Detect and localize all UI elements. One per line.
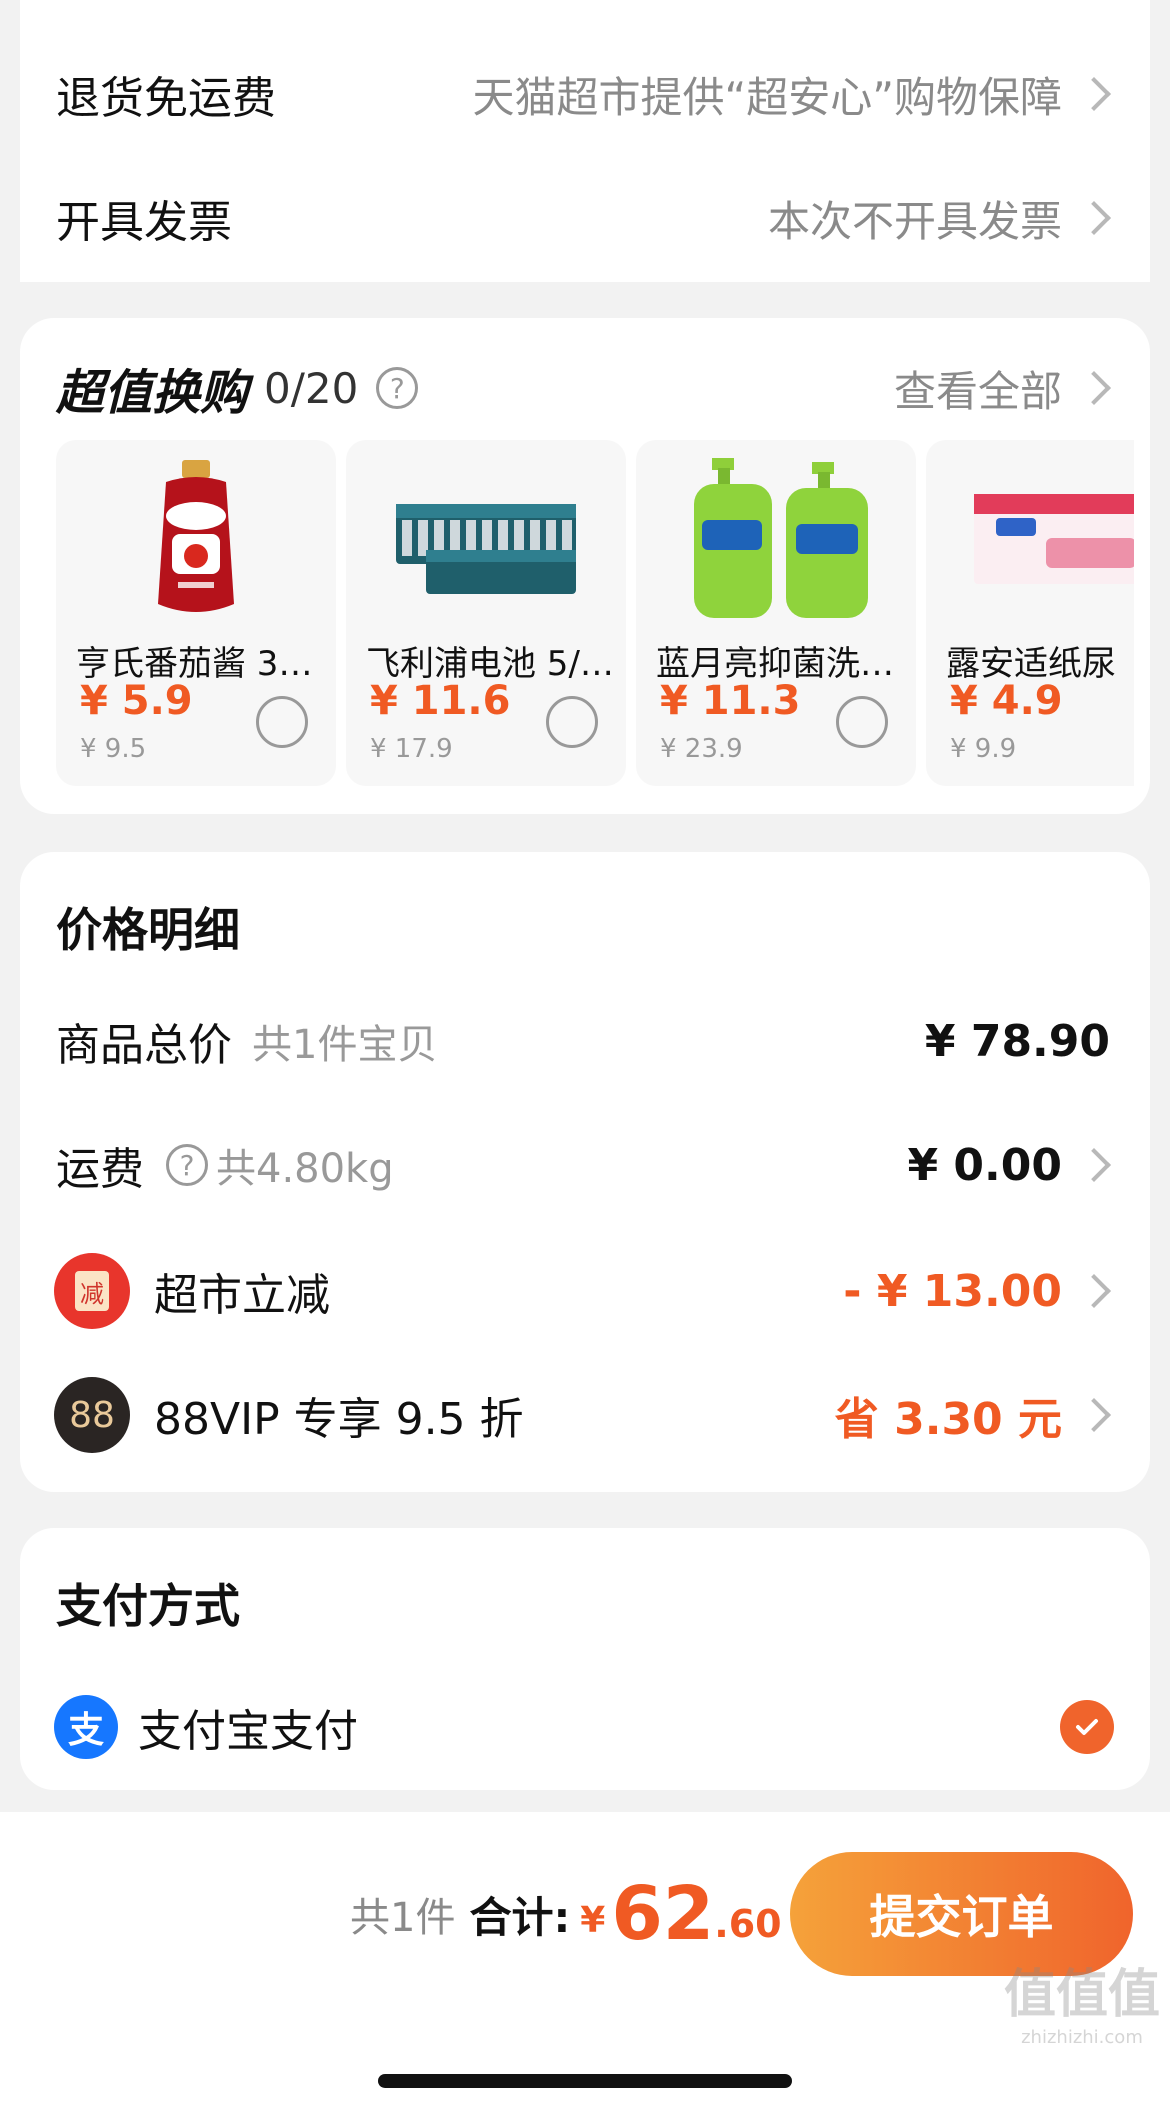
total-price-label: 商品总价 xyxy=(56,1020,232,1071)
view-all-label: 查看全部 xyxy=(893,366,1062,416)
checkout-bar: 共1件 合计: ¥ 62 .60 提交订单 值值值 zhizhizhi.com xyxy=(0,1812,1170,2113)
payment-card: 支付方式 支 支付宝支付 xyxy=(20,1528,1150,1790)
exchange-header: 超值换购 0/20 ? xyxy=(56,348,419,428)
product-original-price: ¥ 23.9 xyxy=(660,734,743,764)
chevron-right-icon xyxy=(1077,1148,1111,1182)
total-decimal: .60 xyxy=(714,1902,782,1946)
shipping-value: ¥ 0.00 xyxy=(907,1139,1063,1191)
invoice-row[interactable]: 开具发票 本次不开具发票 xyxy=(20,158,1150,278)
watermark-brand: 值值值 xyxy=(1003,1965,1160,2025)
home-indicator[interactable] xyxy=(378,2074,792,2088)
product-price: ¥ 11.3 xyxy=(660,678,801,724)
payment-title: 支付方式 xyxy=(56,1579,240,1633)
shipping-label: 运费 xyxy=(56,1144,144,1195)
watermark-domain: zhizhizhi.com xyxy=(1021,2027,1143,2048)
total-integer: 62 xyxy=(611,1871,715,1957)
chevron-right-icon xyxy=(1077,371,1111,405)
discount-row[interactable]: 减 超市立减 - ¥ 13.00 xyxy=(20,1236,1150,1346)
discount-label: 超市立减 xyxy=(154,1270,330,1321)
chevron-right-icon xyxy=(1077,1274,1111,1308)
alipay-label: 支付宝支付 xyxy=(138,1706,358,1757)
invoice-label: 开具发票 xyxy=(56,197,232,248)
order-summary: 共1件 合计: ¥ 62 .60 xyxy=(350,1852,782,1976)
vip-88-icon: 88 xyxy=(54,1377,130,1453)
order-count: 共1件 xyxy=(350,1895,456,1941)
watermark: 值值值 zhizhizhi.com xyxy=(1004,1952,1160,2048)
service-card: 退货免运费 天猫超市提供“超安心”购物保障 开具发票 本次不开具发票 xyxy=(20,0,1150,282)
checkmark-glyph xyxy=(1076,1719,1098,1735)
product-original-price: ¥ 9.5 xyxy=(80,734,147,764)
help-icon[interactable]: ? xyxy=(166,1144,208,1186)
select-radio[interactable] xyxy=(546,696,598,748)
vip-label: 88VIP 专享 9.5 折 xyxy=(154,1394,524,1445)
view-all-link[interactable]: 查看全部 xyxy=(894,348,1150,428)
total-label: 合计: xyxy=(469,1892,571,1942)
product-card[interactable]: 飞利浦电池 5/… ¥ 11.6 ¥ 17.9 xyxy=(346,440,626,786)
product-price: ¥ 4.9 xyxy=(950,678,1063,724)
diaper-image xyxy=(974,494,1134,584)
price-detail-title: 价格明细 xyxy=(56,903,240,957)
help-icon[interactable]: ? xyxy=(376,367,419,409)
shipping-weight: 共4.80kg xyxy=(216,1146,394,1192)
select-radio[interactable] xyxy=(836,696,888,748)
total-price-value: ¥ 78.90 xyxy=(924,1015,1110,1067)
vip-row[interactable]: 88 88VIP 专享 9.5 折 省 3.30 元 xyxy=(20,1360,1150,1470)
product-card[interactable]: 露安适纸尿 ¥ 4.9 ¥ 9.9 xyxy=(926,440,1134,786)
return-shipping-value: 天猫超市提供“超安心”购物保障 xyxy=(472,72,1062,122)
vip-savings: 省 3.30 元 xyxy=(834,1394,1062,1445)
product-price: ¥ 11.6 xyxy=(370,678,511,724)
item-count: 共1件宝贝 xyxy=(252,1022,438,1068)
handwash-image xyxy=(694,458,868,618)
exchange-card: 超值换购 0/20 ? 查看全部 亨氏番茄酱 32… ¥ 5.9 ¥ 9.5 飞… xyxy=(20,318,1150,814)
product-original-price: ¥ 9.9 xyxy=(950,734,1017,764)
price-detail-card: 价格明细 商品总价 共1件宝贝 ¥ 78.90 运费 ? 共4.80kg ¥ 0… xyxy=(20,852,1150,1492)
shipping-row[interactable]: 运费 ? 共4.80kg ¥ 0.00 xyxy=(20,1110,1150,1220)
select-radio[interactable] xyxy=(256,696,308,748)
exchange-count: 0/20 xyxy=(264,363,359,413)
total-price-row: 商品总价 共1件宝贝 ¥ 78.90 xyxy=(20,986,1150,1096)
currency-symbol: ¥ xyxy=(580,1899,606,1941)
check-icon[interactable] xyxy=(1060,1700,1114,1754)
product-price: ¥ 5.9 xyxy=(80,678,193,724)
return-shipping-label: 退货免运费 xyxy=(56,73,276,124)
ketchup-image xyxy=(158,460,234,612)
alipay-row[interactable]: 支 支付宝支付 xyxy=(20,1672,1150,1782)
chevron-right-icon xyxy=(1077,1398,1111,1432)
product-card[interactable]: 蓝月亮抑菌洗… ¥ 11.3 ¥ 23.9 xyxy=(636,440,916,786)
invoice-value: 本次不开具发票 xyxy=(767,196,1062,246)
product-card[interactable]: 亨氏番茄酱 32… ¥ 5.9 ¥ 9.5 xyxy=(56,440,336,786)
product-carousel[interactable]: 亨氏番茄酱 32… ¥ 5.9 ¥ 9.5 飞利浦电池 5/… ¥ 11.6 ¥… xyxy=(56,440,1134,786)
alipay-icon: 支 xyxy=(54,1695,118,1759)
exchange-title: 超值换购 xyxy=(56,365,249,421)
discount-value: - ¥ 13.00 xyxy=(843,1265,1062,1317)
discount-icon: 减 xyxy=(54,1253,130,1329)
chevron-right-icon xyxy=(1077,201,1111,235)
product-original-price: ¥ 17.9 xyxy=(370,734,453,764)
chevron-right-icon xyxy=(1077,77,1111,111)
discount-icon-inner: 减 xyxy=(75,1271,109,1311)
return-shipping-row[interactable]: 退货免运费 天猫超市提供“超安心”购物保障 xyxy=(20,34,1150,154)
battery-image xyxy=(396,504,576,594)
